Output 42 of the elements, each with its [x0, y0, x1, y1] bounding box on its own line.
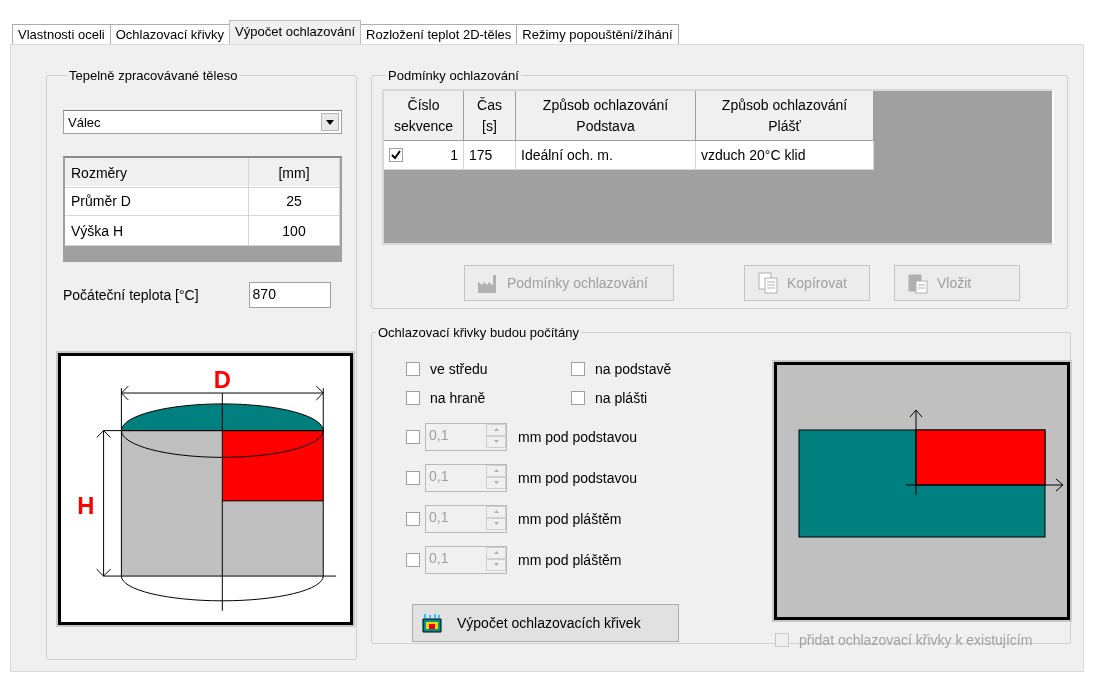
depth-label: mm pod podstavou	[518, 469, 638, 486]
column-header: Číslo sekvence	[384, 91, 464, 141]
checkbox[interactable]	[406, 390, 420, 405]
checkbox[interactable]	[571, 361, 585, 376]
table-cell: vzduch 20°C klid	[696, 141, 874, 170]
table-cell: 1	[450, 147, 458, 163]
column-header: Způsob ochlazování Podstava	[516, 91, 696, 141]
group-title: Ochlazovací křivky budou počítány	[377, 325, 580, 340]
depth-label: mm pod pláštěm	[518, 551, 622, 568]
column-header: Způsob ochlazování Plášť	[696, 91, 874, 141]
table-cell: 175	[464, 141, 516, 170]
group-title: Podmínky ochlazování	[387, 68, 520, 83]
tab[interactable]: Výpočet ochlazování	[229, 20, 362, 44]
checkbox[interactable]	[571, 390, 585, 405]
checkbox[interactable]	[389, 148, 403, 162]
shape-dropdown[interactable]: Válec	[63, 110, 342, 134]
tank-icon	[421, 613, 443, 633]
temperature-field[interactable]: 870	[248, 282, 331, 308]
checkbox-label: na hraně	[430, 389, 486, 406]
group-title: Tepelně zpracovávané těleso	[68, 68, 239, 83]
factory-icon	[477, 272, 499, 294]
tab[interactable]: Vlastnosti oceli	[12, 24, 111, 44]
table-cell: Výška H	[65, 216, 249, 246]
table-cell: 100	[249, 216, 340, 246]
height-label: H	[77, 492, 95, 519]
checkbox[interactable]	[406, 361, 420, 376]
diameter-label: D	[213, 367, 231, 394]
table-cell: Ideální och. m.	[516, 141, 696, 170]
checkbox-label: na podstavě	[595, 360, 672, 377]
depth-label: mm pod pláštěm	[518, 510, 622, 527]
paste-icon	[907, 272, 929, 294]
tab[interactable]: Rozložení teplot 2D-těles	[360, 24, 518, 44]
field-label: Počáteční teplota [°C]	[63, 287, 199, 303]
compute-button[interactable]: Výpočet ochlazovacích křivek	[412, 604, 679, 642]
checkbox-label: ve středu	[430, 360, 488, 377]
checkbox-label: přidat ochlazovací křivky k existujícím	[799, 632, 1033, 648]
document-icon	[757, 272, 779, 294]
tab[interactable]: Ochlazovací křivky	[109, 24, 231, 44]
checkbox-label: na plášti	[595, 389, 648, 406]
column-header: Čas [s]	[464, 91, 516, 141]
depth-label: mm pod podstavou	[518, 428, 638, 445]
tab[interactable]: Režimy popouštění/žíhání	[516, 24, 679, 44]
